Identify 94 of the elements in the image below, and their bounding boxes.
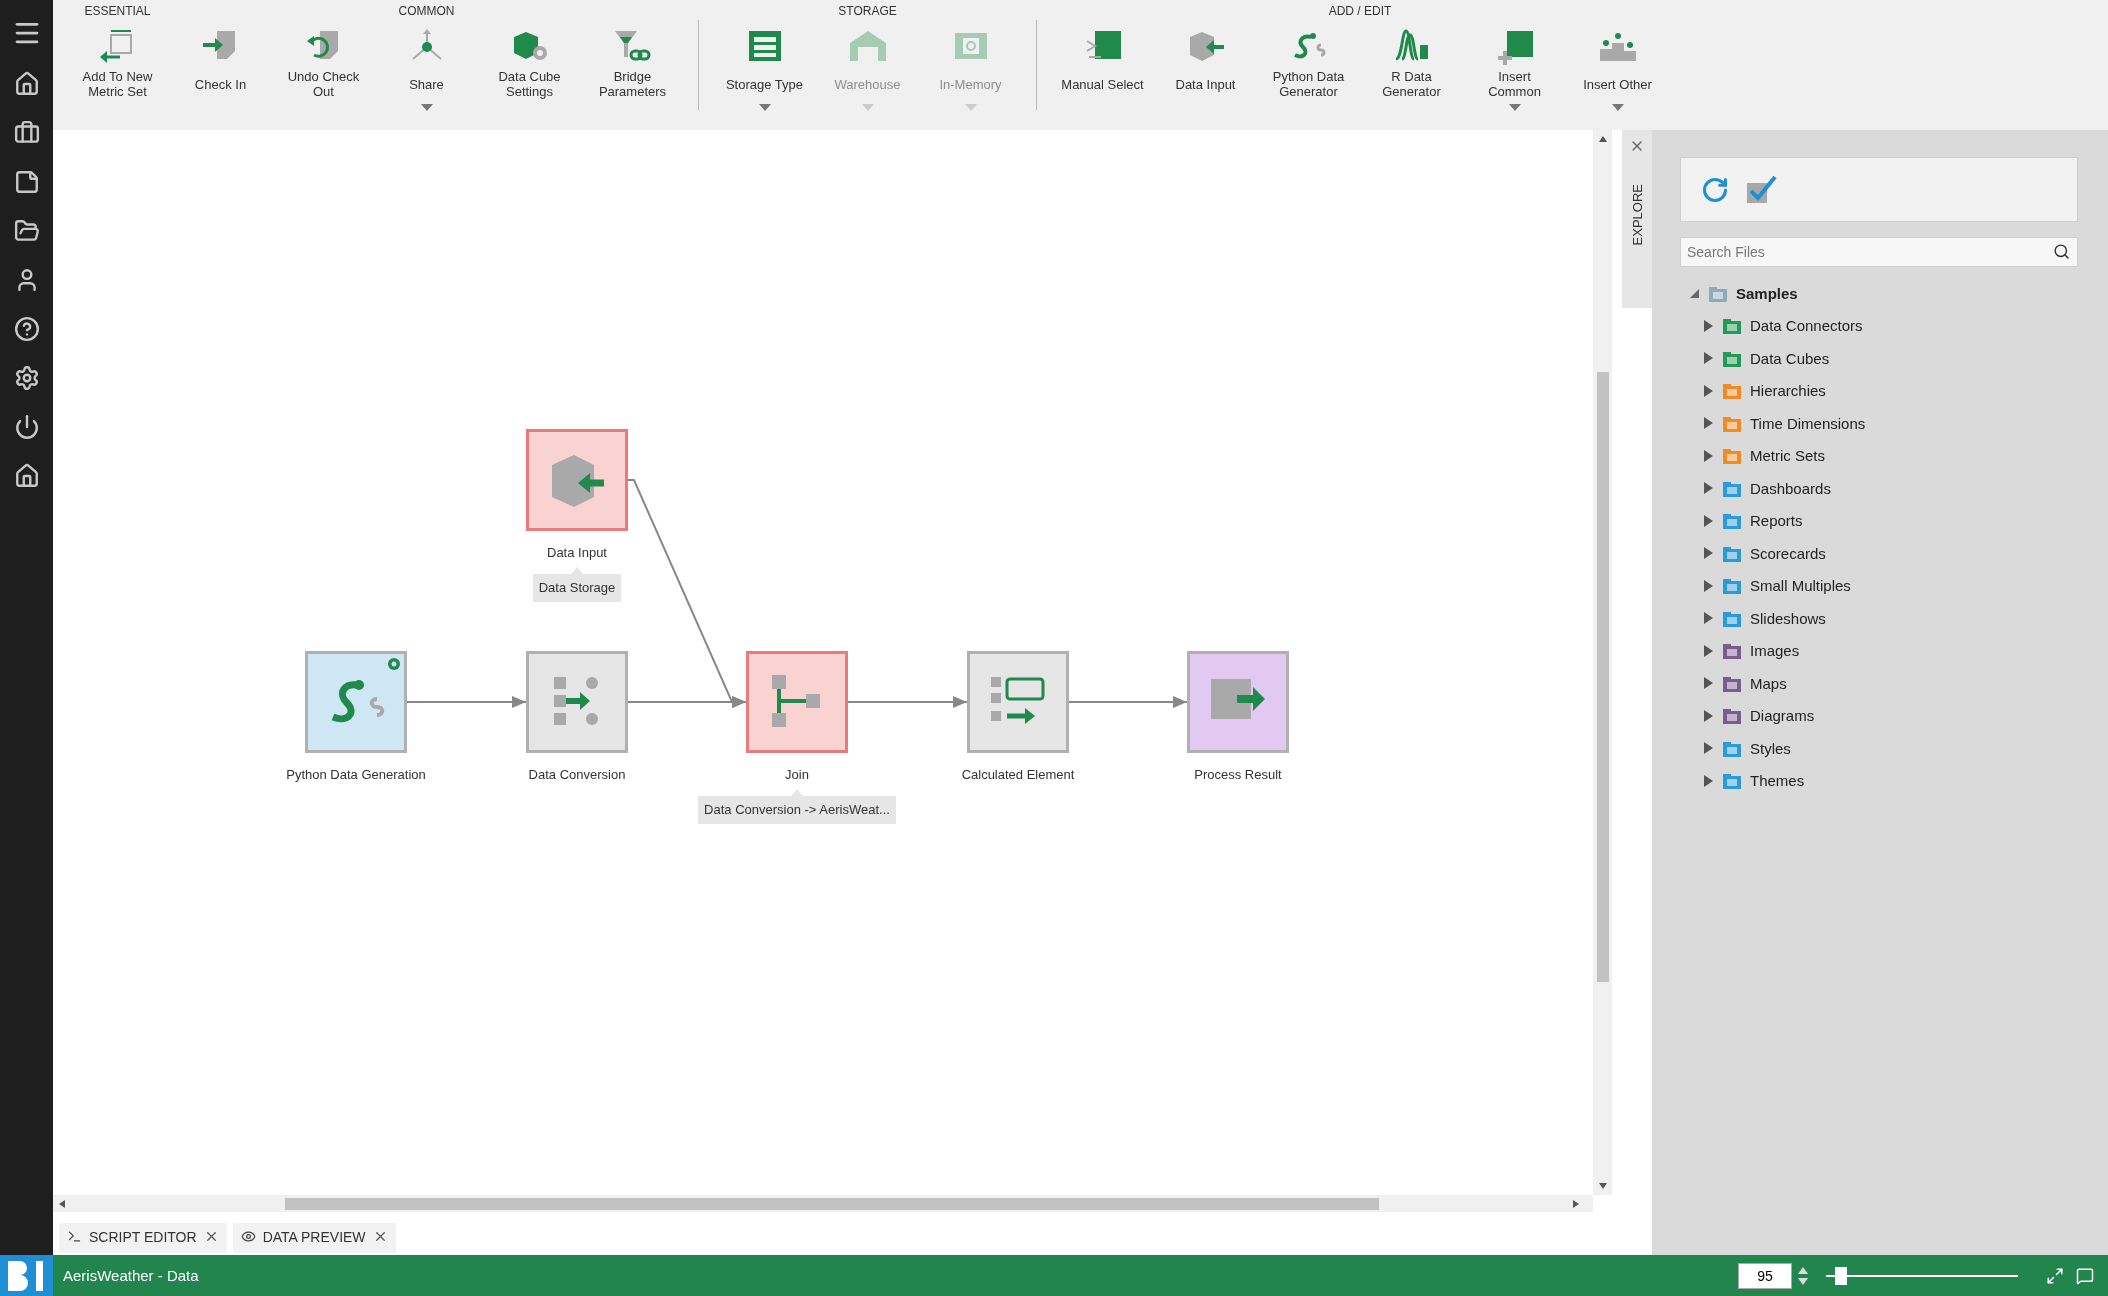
toolbar-button[interactable]: Data Cube Settings <box>478 20 581 111</box>
home-icon[interactable] <box>13 71 40 97</box>
expander-icon[interactable] <box>1702 741 1714 756</box>
diagram-node[interactable] <box>305 651 407 753</box>
toolbar-button[interactable]: Add To New Metric Set <box>66 20 169 100</box>
expander-icon[interactable] <box>1702 351 1714 366</box>
toolbar-button[interactable]: Manual Select <box>1051 20 1154 111</box>
node-label: Join <box>785 767 809 782</box>
arrow-left-icon[interactable] <box>59 1199 65 1208</box>
toolbar-button[interactable]: Check In <box>169 20 272 111</box>
toolbar-button[interactable]: Share <box>375 20 478 111</box>
expander-icon[interactable] <box>1702 773 1714 788</box>
diagram-node[interactable] <box>526 651 628 753</box>
toolbar-button[interactable]: Undo Check Out <box>272 20 375 111</box>
tree-item[interactable]: Reports <box>1750 512 1803 530</box>
tree-item[interactable]: Data Connectors <box>1750 317 1863 335</box>
help-icon[interactable] <box>13 316 40 342</box>
checkbox-icon[interactable] <box>1745 174 1777 205</box>
tree-item[interactable]: Data Cubes <box>1750 349 1830 367</box>
expander-icon[interactable] <box>1702 611 1714 626</box>
expander-icon[interactable] <box>1702 578 1714 593</box>
tree-item[interactable]: Hierarchies <box>1750 382 1826 400</box>
node-tooltip: Data Conversion -> AerisWeat... <box>698 789 896 824</box>
toolbar-button[interactable]: Bridge Parameters <box>581 20 684 111</box>
search-icon[interactable] <box>2053 243 2070 260</box>
arrow-up-icon[interactable] <box>1598 136 1607 142</box>
toolbar-button[interactable]: Data Input <box>1154 20 1257 111</box>
power-icon[interactable] <box>13 414 40 440</box>
diagram-node[interactable] <box>1187 651 1289 753</box>
diagram-node[interactable] <box>746 651 848 753</box>
group-label: COMMON <box>398 4 455 20</box>
zoom-field[interactable]: 95 <box>1738 1262 1792 1289</box>
explore-tab[interactable]: EXPLORE <box>1629 184 1645 246</box>
tree-item[interactable]: Time Dimensions <box>1750 414 1866 432</box>
refresh-icon[interactable] <box>1701 175 1729 204</box>
node-label: Calculated Element <box>961 767 1075 782</box>
expander-icon[interactable] <box>1702 416 1714 431</box>
spinner-icon[interactable] <box>1798 1266 1808 1285</box>
tree-item[interactable]: Slideshows <box>1750 609 1826 627</box>
toolbar-button[interactable]: R Data Generator <box>1360 20 1463 111</box>
expander-icon[interactable] <box>1702 448 1714 463</box>
tree-item[interactable]: Diagrams <box>1750 707 1815 725</box>
node-label: Data Conversion <box>528 767 626 782</box>
expander-icon[interactable] <box>1702 708 1714 723</box>
expander-icon[interactable] <box>1702 513 1714 528</box>
group-label: STORAGE <box>838 4 897 20</box>
node-tooltip: Data Storage <box>532 567 622 602</box>
tree-item[interactable]: Images <box>1750 642 1800 660</box>
panel-tab[interactable]: DATA PREVIEW <box>232 1222 396 1253</box>
node-label: Process Result <box>1194 767 1282 782</box>
tab-label: DATA PREVIEW <box>262 1228 366 1245</box>
expander-icon[interactable] <box>1702 676 1714 691</box>
toolbar-button[interactable]: Storage Type <box>713 20 816 111</box>
tree-item[interactable]: Dashboards <box>1750 479 1831 497</box>
group-label: ADD / EDIT <box>1328 4 1392 20</box>
document-title: AerisWeather - Data <box>63 1267 199 1284</box>
expander-icon[interactable] <box>1702 318 1714 333</box>
node-label: Data Input <box>547 545 607 560</box>
slider-thumb[interactable] <box>1835 1266 1848 1285</box>
arrow-right-icon[interactable] <box>1573 1199 1579 1208</box>
settings-icon[interactable] <box>13 365 40 391</box>
vertical-scrollbar[interactable] <box>1593 130 1612 1195</box>
tree-item[interactable]: Styles <box>1750 739 1791 757</box>
arrow-down-icon[interactable] <box>1598 1183 1607 1189</box>
terminal-icon <box>67 1229 82 1244</box>
tree-item[interactable]: Maps <box>1750 674 1787 692</box>
toolbar-button[interactable]: Python Data Generator <box>1257 20 1360 111</box>
fit-icon[interactable] <box>2046 1266 2064 1285</box>
expander-icon[interactable] <box>1702 546 1714 561</box>
logo-icon <box>0 1255 53 1296</box>
search-field[interactable]: Search Files <box>1680 237 2078 267</box>
comment-icon[interactable] <box>2076 1266 2094 1285</box>
toolbar-button[interactable]: Insert Common <box>1463 20 1566 111</box>
diagram-node[interactable] <box>526 429 628 531</box>
panel-tab[interactable]: SCRIPT EDITOR <box>59 1222 227 1253</box>
tree-item[interactable]: Themes <box>1750 772 1805 790</box>
node-label: Python Data Generation <box>286 767 426 782</box>
tree-item[interactable]: Small Multiples <box>1750 577 1851 595</box>
tree-item[interactable]: Metric Sets <box>1750 447 1825 465</box>
horizontal-scrollbar[interactable] <box>53 1195 1593 1212</box>
note-icon[interactable] <box>13 169 40 195</box>
tree-item[interactable]: Scorecards <box>1750 544 1826 562</box>
eye-icon <box>240 1229 256 1244</box>
folder-icon[interactable] <box>13 218 40 244</box>
briefcase-icon[interactable] <box>13 120 40 146</box>
expander-icon[interactable] <box>1702 643 1714 658</box>
diagram-node[interactable] <box>967 651 1069 753</box>
expander-icon[interactable] <box>1702 481 1714 496</box>
expander-icon[interactable] <box>1702 383 1714 398</box>
tab-label: SCRIPT EDITOR <box>89 1228 197 1245</box>
toolbar-button[interactable]: Insert Other <box>1566 20 1669 111</box>
group-label: ESSENTIAL <box>84 4 151 20</box>
home-icon[interactable] <box>13 463 40 489</box>
tree-item[interactable]: Samples <box>1736 284 1798 302</box>
